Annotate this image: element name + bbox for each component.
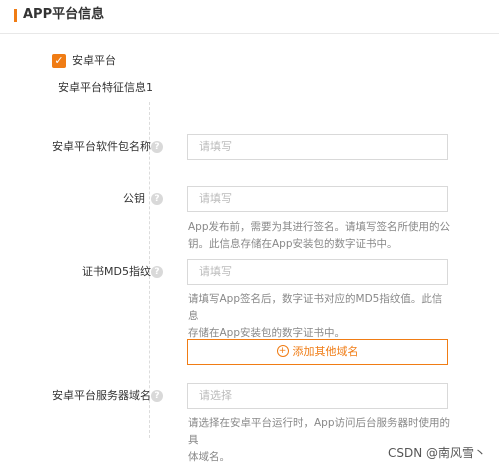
section-title: APP平台信息 [23, 7, 105, 22]
add-domain-label: 添加其他域名 [292, 345, 359, 358]
title-accent-bar [14, 9, 17, 22]
help-icon[interactable]: ? [151, 266, 163, 278]
hint-line: 钥。此信息存储在App安装包的数字证书中。 [188, 238, 398, 250]
cert-md5-label: 证书MD5指纹 [82, 265, 151, 278]
android-platform-label: 安卓平台 [72, 54, 116, 67]
checkmark-icon: ✓ [54, 54, 64, 67]
hint-line: App发布前，需要为其进行签名。请填写签名所使用的公 [188, 221, 451, 233]
cert-md5-hint: 请填写App签名后，数字证书对应的MD5指纹值。此信息 存储在App安装包的数字… [188, 291, 450, 342]
package-name-label: 安卓平台软件包名称 [52, 140, 151, 153]
public-key-hint: App发布前，需要为其进行签名。请填写签名所使用的公 钥。此信息存储在App安装… [188, 219, 450, 253]
add-other-domain-button[interactable]: + 添加其他域名 [187, 339, 448, 365]
android-platform-checkbox[interactable]: ✓ [52, 54, 66, 68]
feature-info-title: 安卓平台特征信息1 [58, 81, 153, 94]
public-key-input[interactable]: 请填写 [187, 186, 448, 212]
public-key-label: 公钥 [123, 192, 145, 205]
hint-line: 请填写App签名后，数字证书对应的MD5指纹值。此信息 [188, 293, 443, 322]
help-icon[interactable]: ? [151, 390, 163, 402]
cert-md5-input[interactable]: 请填写 [187, 259, 448, 285]
plus-circle-icon: + [276, 345, 289, 357]
help-icon[interactable]: ? [151, 193, 163, 205]
server-domain-label: 安卓平台服务器域名 [52, 389, 151, 402]
watermark: CSDN @南风雪丶 [388, 446, 487, 460]
server-domain-select[interactable]: 请选择 [187, 383, 448, 409]
package-name-input[interactable]: 请填写 [187, 134, 448, 160]
section-header: APP平台信息 [0, 0, 499, 34]
help-icon[interactable]: ? [151, 141, 163, 153]
